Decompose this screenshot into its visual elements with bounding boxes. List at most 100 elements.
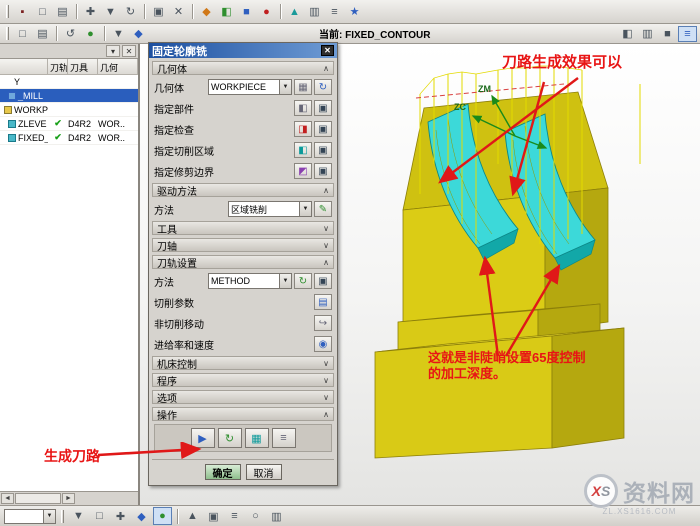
toolbar-grip[interactable]: [61, 509, 64, 523]
tool-icon: ✚: [115, 510, 126, 523]
section-tool[interactable]: 工具 ∨: [152, 221, 334, 236]
section-tool-axis[interactable]: 刀轴 ∨: [152, 238, 334, 253]
cancel-button[interactable]: 取消: [245, 464, 282, 480]
bottom-icon-1[interactable]: ▼: [69, 507, 88, 525]
navigator-collapse-button[interactable]: ▾: [106, 45, 120, 57]
display-cut-area-button[interactable]: ▣: [314, 142, 332, 158]
toolbar-grip[interactable]: [6, 27, 9, 40]
toolbar-icon-15[interactable]: ≡: [325, 3, 344, 21]
geometry-select[interactable]: WORKPIECE ▼: [208, 79, 292, 95]
toolbar-icon-6[interactable]: ↻: [121, 3, 140, 21]
toolbar-icon-11[interactable]: ■: [237, 3, 256, 21]
toolbar-separator: [56, 26, 57, 41]
section-actions[interactable]: 操作 ∧: [152, 407, 334, 422]
bottom-icon-10[interactable]: ▥: [267, 507, 286, 525]
navigator-row-fixed-contour[interactable]: FIXED_ ✔ D4R2 WOR..: [0, 131, 138, 145]
ok-button[interactable]: 确定: [204, 464, 241, 480]
select-check-button[interactable]: ◨: [294, 121, 312, 137]
toolbar2-icon-1[interactable]: □: [13, 26, 32, 42]
drive-method-select[interactable]: 区域铣削 ▼: [228, 201, 312, 217]
toolbar2-icon-4[interactable]: ●: [81, 26, 100, 42]
operation-icon: [8, 133, 16, 142]
toolbar-icon-2[interactable]: □: [33, 3, 52, 21]
toolbar-icon-16[interactable]: ★: [345, 3, 364, 21]
section-program[interactable]: 程序 ∨: [152, 373, 334, 388]
toolbar-icon-4[interactable]: ✚: [81, 3, 100, 21]
replay-toolpath-button[interactable]: ↻: [217, 428, 242, 448]
scroll-right-icon[interactable]: ►: [62, 493, 75, 504]
navigator-close-button[interactable]: ✕: [122, 45, 136, 57]
column-name[interactable]: [0, 59, 48, 74]
new-geometry-button[interactable]: ▦: [294, 79, 312, 95]
toolbar2-right-icon-2[interactable]: ▥: [638, 26, 657, 42]
toolbar-icon-7[interactable]: ▣: [149, 3, 168, 21]
display-trim-button[interactable]: ▣: [314, 163, 332, 179]
toolbar2-right-icon-3[interactable]: ■: [658, 26, 677, 42]
bottom-icon-5[interactable]: ●: [153, 507, 172, 525]
edit-drive-method-button[interactable]: ✎: [314, 201, 332, 217]
select-part-button[interactable]: ◧: [294, 100, 312, 116]
toolbar-icon-9[interactable]: ◆: [197, 3, 216, 21]
scroll-thumb[interactable]: [15, 493, 61, 504]
toolbar-grip[interactable]: [6, 5, 9, 18]
column-tool[interactable]: 刀具: [68, 59, 98, 74]
section-drive-method[interactable]: 驱动方法 ∧: [152, 183, 334, 198]
section-options[interactable]: 选项 ∨: [152, 390, 334, 405]
feeds-speeds-button[interactable]: ◉: [314, 336, 332, 352]
toolbar-icon-10[interactable]: ◧: [217, 3, 236, 21]
cutting-parameters-button[interactable]: ▤: [314, 294, 332, 310]
tool-icon: ▼: [73, 510, 84, 522]
column-toolpath[interactable]: 刀轨: [48, 59, 68, 74]
bottom-icon-7[interactable]: ▣: [204, 507, 223, 525]
section-machine-control[interactable]: 机床控制 ∨: [152, 356, 334, 371]
toolbar-icon-13[interactable]: ▲: [285, 3, 304, 21]
toolbar2-icon-5[interactable]: ▼: [109, 26, 128, 42]
toolbar2-icon-2[interactable]: ▤: [33, 26, 52, 42]
toolbar-icon-3[interactable]: ▤: [53, 3, 72, 21]
bottom-icon-8[interactable]: ≡: [225, 507, 244, 525]
bottom-icon-3[interactable]: ✚: [111, 507, 130, 525]
navigator-hscrollbar[interactable]: ◄ ►: [0, 491, 138, 505]
display-check-button[interactable]: ▣: [314, 121, 332, 137]
non-cutting-moves-button[interactable]: ↪: [314, 315, 332, 331]
toolbar-icon-1[interactable]: ▪: [13, 3, 32, 21]
toolbar-icon-8[interactable]: ✕: [169, 3, 188, 21]
toolbar2-right-icon-1[interactable]: ◧: [618, 26, 637, 42]
navigator-row-workpiece[interactable]: WORKPIECE: [0, 103, 138, 117]
section-geometry[interactable]: 几何体 ∧: [152, 61, 334, 76]
verify-toolpath-button[interactable]: ▦: [244, 428, 269, 448]
toolbar-icon-14[interactable]: ▥: [305, 3, 324, 21]
navigator-row-zlevel[interactable]: ZLEVE ✔ D4R2 WOR..: [0, 117, 138, 131]
navigator-row-mcs-mill[interactable]: _MILL: [0, 89, 138, 103]
toolbar-icon-5[interactable]: ▼: [101, 3, 120, 21]
column-geometry[interactable]: 几何: [98, 59, 138, 74]
dialog-buttons-row: 确定 取消: [152, 459, 334, 483]
depth-note-line2: 的加工深度。: [428, 366, 507, 382]
tool-icon: ▲: [187, 510, 198, 522]
tool-icon: ▼: [105, 5, 116, 18]
bottom-icon-6[interactable]: ▲: [183, 507, 202, 525]
tool-icon: ◧: [221, 6, 232, 18]
toolbar-icon-12[interactable]: ●: [257, 3, 276, 21]
select-cut-area-button[interactable]: ◧: [294, 142, 312, 158]
method-select[interactable]: METHOD ▼: [208, 273, 292, 289]
edit-method-button[interactable]: ▣: [314, 273, 332, 289]
bottom-icon-2[interactable]: □: [90, 507, 109, 525]
list-toolpath-button[interactable]: ≡: [271, 428, 296, 448]
section-path-settings[interactable]: 刀轨设置 ∧: [152, 255, 334, 270]
bottom-selection-combo[interactable]: ▼: [4, 508, 56, 524]
new-method-button[interactable]: ↻: [294, 273, 312, 289]
display-part-button[interactable]: ▣: [314, 100, 332, 116]
dialog-titlebar[interactable]: 固定轮廓铣 ✕: [149, 43, 337, 58]
dialog-close-icon[interactable]: ✕: [321, 45, 334, 56]
bottom-icon-9[interactable]: ○: [246, 507, 265, 525]
toolbar2-icon-6[interactable]: ◆: [129, 26, 148, 42]
scroll-left-icon[interactable]: ◄: [1, 493, 14, 504]
edit-geometry-button[interactable]: ↻: [314, 79, 332, 95]
toolbar2-icon-3[interactable]: ↺: [61, 26, 80, 42]
bottom-icon-4[interactable]: ◆: [132, 507, 151, 525]
toolbar2-right-icon-4[interactable]: ≡: [678, 25, 697, 42]
workpiece-icon: [4, 105, 12, 114]
navigator-row-geometry[interactable]: Y: [0, 75, 138, 89]
select-trim-button[interactable]: ◩: [294, 163, 312, 179]
